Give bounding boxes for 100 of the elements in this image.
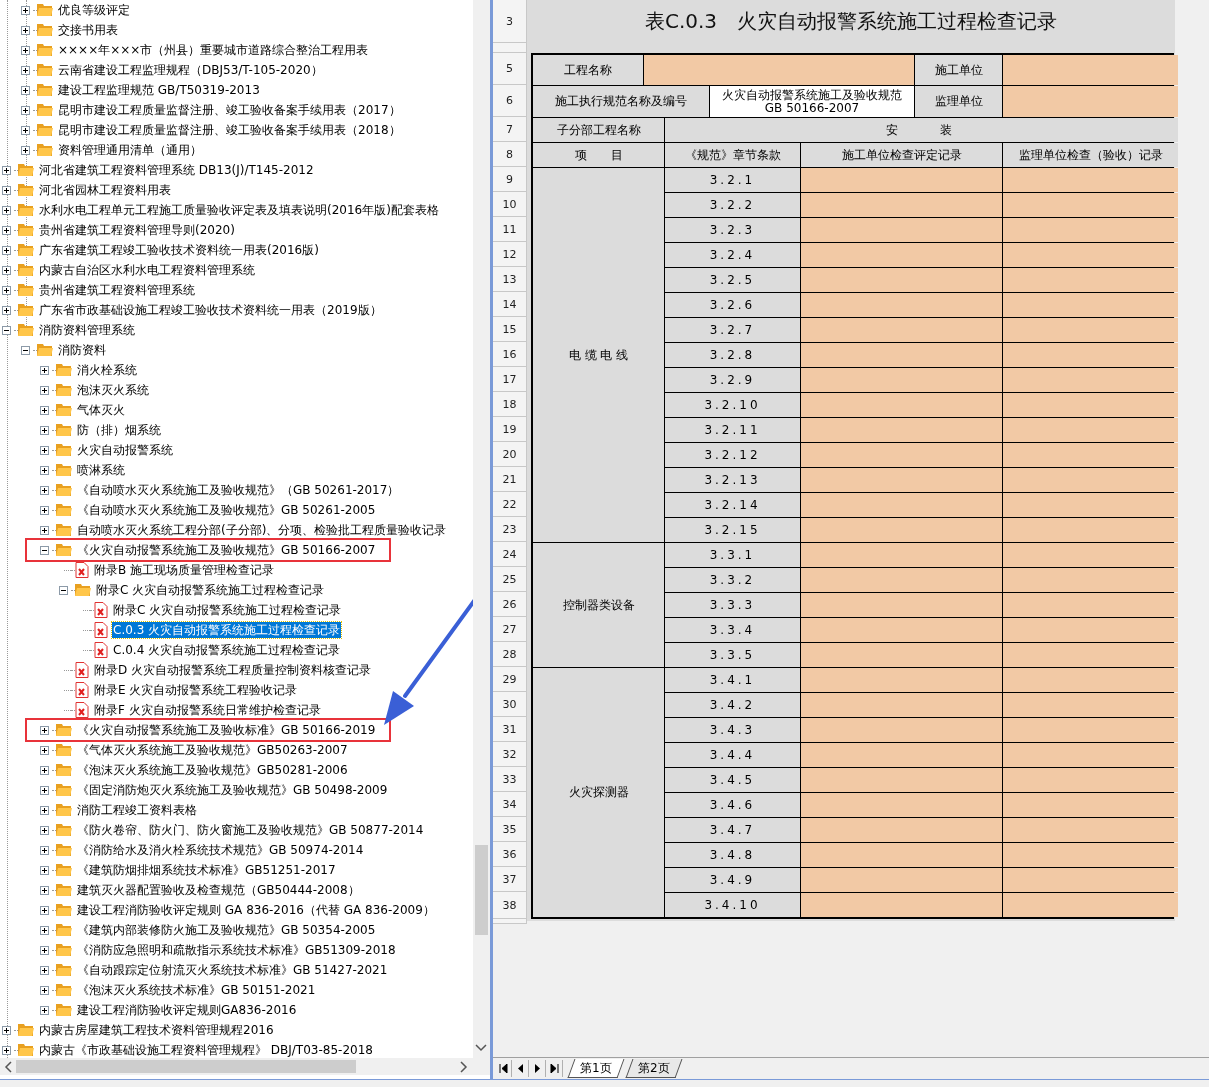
scroll-down-icon[interactable] [475,1044,487,1052]
entry-cell[interactable] [801,568,1002,592]
tree-item[interactable]: 《泡沫灭火系统施工及验收规范》GB50281-2006 [76,762,349,778]
expand-toggle[interactable] [21,106,30,115]
entry-cell[interactable] [801,343,1002,367]
entry-cell[interactable] [1003,168,1178,192]
entry-cell[interactable] [1003,418,1178,442]
expand-toggle[interactable] [40,786,49,795]
entry-cell[interactable] [801,843,1002,867]
entry-cell[interactable] [1003,668,1178,692]
tree-item[interactable]: 优良等级评定 [57,2,131,18]
expand-toggle[interactable] [21,86,30,95]
entry-cell[interactable] [801,618,1002,642]
expand-toggle[interactable] [2,226,11,235]
expand-toggle[interactable] [40,726,49,735]
entry-cell[interactable] [801,493,1002,517]
tree-item[interactable]: 《建筑内部装修防火施工及验收规范》GB 50354-2005 [76,922,377,938]
entry-cell[interactable] [801,168,1002,192]
tree-item[interactable]: 《自动喷水灭火系统施工及验收规范》（GB 50261-2017） [76,482,401,498]
tree-item[interactable]: 《防火卷帘、防火门、防火窗施工及验收规范》GB 50877-2014 [76,822,425,838]
expand-toggle[interactable] [40,746,49,755]
entry-cell[interactable] [1003,768,1178,792]
entry-cell[interactable] [1003,443,1178,467]
expand-toggle[interactable] [40,866,49,875]
entry-cell[interactable] [1003,868,1178,892]
expand-toggle[interactable] [2,266,11,275]
tree-item[interactable]: C.0.3 火灾自动报警系统施工过程检查记录 [112,622,342,638]
entry-cell[interactable] [801,393,1002,417]
expand-toggle[interactable] [40,386,49,395]
expand-toggle[interactable] [2,246,11,255]
entry-cell[interactable] [801,518,1002,542]
expand-toggle[interactable] [40,546,49,555]
entry-cell[interactable] [801,593,1002,617]
entry-cell[interactable] [801,418,1002,442]
expand-toggle[interactable] [21,146,30,155]
vertical-scrollbar[interactable] [473,0,490,1058]
entry-cell[interactable] [801,268,1002,292]
expand-toggle[interactable] [21,126,30,135]
expand-toggle[interactable] [21,26,30,35]
sheet-tab[interactable]: 第2页 [625,1059,682,1078]
entry-cell[interactable] [801,643,1002,667]
expand-toggle[interactable] [40,426,49,435]
expand-toggle[interactable] [40,926,49,935]
entry-cell[interactable] [801,718,1002,742]
input-field[interactable] [1003,86,1178,117]
entry-cell[interactable] [1003,493,1178,517]
entry-cell[interactable] [801,668,1002,692]
tree-item[interactable]: 《自动跟踪定位射流灭火系统技术标准》GB 51427-2021 [76,962,389,978]
expand-toggle[interactable] [40,446,49,455]
tree-item[interactable]: 贵州省建筑工程资料管理系统 [38,282,196,298]
scroll-right-icon[interactable] [460,1060,468,1073]
expand-toggle[interactable] [40,986,49,995]
expand-toggle[interactable] [40,826,49,835]
tree-item[interactable]: 泡沫灭火系统 [76,382,150,398]
tree-item[interactable]: 《消防给水及消火栓系统技术规范》GB 50974-2014 [76,842,365,858]
tree-item[interactable]: 河北省园林工程资料用表 [38,182,172,198]
tree-item[interactable]: 建设工程消防验收评定规则 GA 836-2016（代替 GA 836-2009） [76,902,436,918]
expand-toggle[interactable] [40,766,49,775]
expand-toggle[interactable] [2,326,11,335]
expand-toggle[interactable] [40,966,49,975]
entry-cell[interactable] [1003,843,1178,867]
sheet-tab[interactable]: 第1页 [567,1059,625,1078]
entry-cell[interactable] [801,893,1002,917]
entry-cell[interactable] [801,318,1002,342]
expand-toggle[interactable] [21,6,30,15]
entry-cell[interactable] [801,468,1002,492]
expand-toggle[interactable] [40,946,49,955]
tree-item[interactable]: 内蒙古房屋建筑工程技术资料管理规程2016 [38,1022,275,1038]
entry-cell[interactable] [801,368,1002,392]
entry-cell[interactable] [801,693,1002,717]
expand-toggle[interactable] [40,366,49,375]
entry-cell[interactable] [1003,518,1178,542]
tree-item[interactable]: 广东省市政基础设施工程竣工验收技术资料统一用表（2019版） [38,302,383,318]
tree-item[interactable]: 附录D 火灾自动报警系统工程质量控制资料核查记录 [93,662,373,678]
entry-cell[interactable] [1003,693,1178,717]
expand-toggle[interactable] [2,186,11,195]
expand-toggle[interactable] [2,206,11,215]
tree-item[interactable]: 防（排）烟系统 [76,422,162,438]
tree-item[interactable]: 《火灾自动报警系统施工及验收标准》GB 50166-2019 [76,722,377,738]
expand-toggle[interactable] [21,46,30,55]
tree-item[interactable]: 广东省建筑工程竣工验收技术资料统一用表(2016版) [38,242,320,258]
entry-cell[interactable] [801,793,1002,817]
entry-cell[interactable] [1003,818,1178,842]
expand-toggle[interactable] [40,406,49,415]
expand-toggle[interactable] [40,506,49,515]
horizontal-scrollbar[interactable] [0,1058,490,1075]
tree-item[interactable]: 火灾自动报警系统 [76,442,174,458]
tree-item[interactable]: 附录C 火灾自动报警系统施工过程检查记录 [95,582,326,598]
tree-item[interactable]: 附录C 火灾自动报警系统施工过程检查记录 [112,602,343,618]
tree-item[interactable]: 附录B 施工现场质量管理检查记录 [93,562,276,578]
tree-item[interactable]: 水利水电工程单元工程施工质量验收评定表及填表说明(2016年版)配套表格 [38,202,440,218]
entry-cell[interactable] [1003,393,1178,417]
entry-cell[interactable] [1003,293,1178,317]
entry-cell[interactable] [1003,643,1178,667]
tree-item[interactable]: 喷淋系统 [76,462,126,478]
tree-item[interactable]: 《自动喷水灭火系统施工及验收规范》GB 50261-2005 [76,502,377,518]
tree-item[interactable]: 建设工程消防验收评定规则GA836-2016 [76,1002,298,1018]
expand-toggle[interactable] [2,306,11,315]
tree-item[interactable]: 《建筑防烟排烟系统技术标准》GB51251-2017 [76,862,337,878]
entry-cell[interactable] [1003,793,1178,817]
